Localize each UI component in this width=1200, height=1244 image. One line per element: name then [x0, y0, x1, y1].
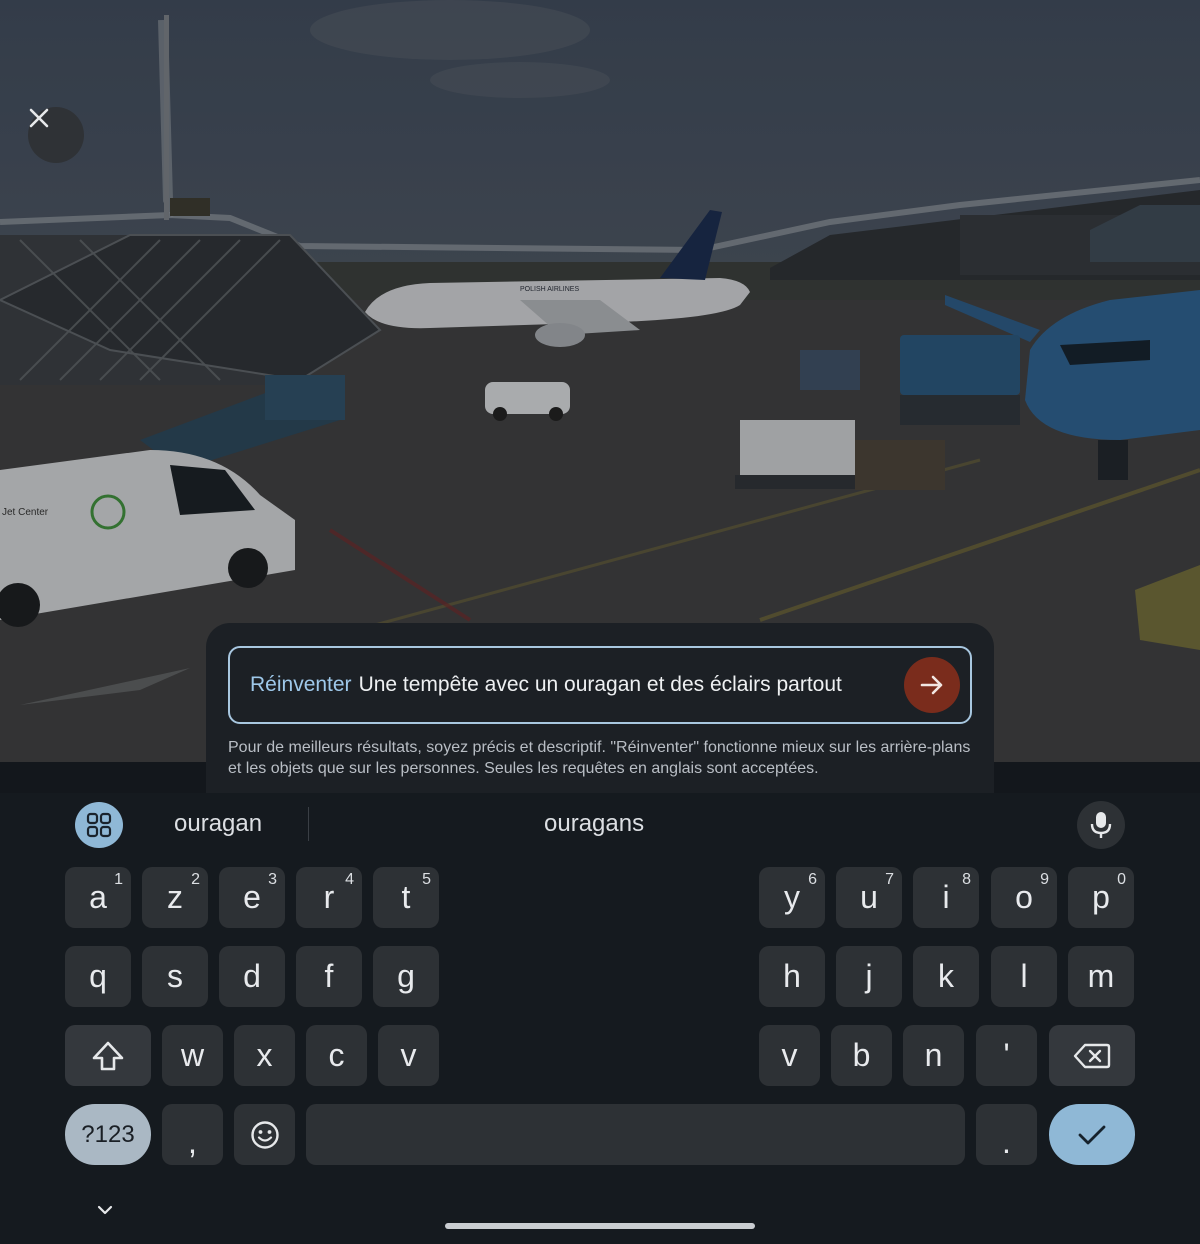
- key-b[interactable]: b: [831, 1025, 892, 1086]
- shift-key[interactable]: [65, 1025, 151, 1086]
- key-g[interactable]: g: [373, 946, 439, 1007]
- key-label: p: [1092, 879, 1110, 915]
- key-v-left[interactable]: v: [378, 1025, 439, 1086]
- key-number: 6: [808, 871, 817, 888]
- gesture-home-bar[interactable]: [445, 1223, 755, 1229]
- key-number: 4: [345, 871, 354, 888]
- key-h[interactable]: h: [759, 946, 825, 1007]
- close-icon: [29, 108, 49, 128]
- checkmark-icon: [1078, 1125, 1106, 1144]
- key-label: o: [1015, 879, 1033, 915]
- key-period[interactable]: .: [976, 1104, 1037, 1165]
- key-k[interactable]: k: [913, 946, 979, 1007]
- key-label: z: [167, 879, 183, 915]
- microphone-icon: [1090, 812, 1112, 838]
- prompt-hint: Pour de meilleurs résultats, soyez préci…: [228, 739, 971, 777]
- voice-input-button[interactable]: [1077, 801, 1125, 849]
- key-label: e: [243, 879, 261, 915]
- prompt-input[interactable]: Réinventer Une tempête avec un ouragan e…: [228, 646, 972, 724]
- key-number: 8: [962, 871, 971, 888]
- suggestion-2[interactable]: ouragans: [544, 810, 644, 838]
- submit-prompt-button[interactable]: [904, 657, 960, 713]
- reimagine-prompt-panel: Réinventer Une tempête avec un ouragan e…: [206, 623, 994, 795]
- key-apostrophe[interactable]: ': [976, 1025, 1037, 1086]
- key-number: 0: [1117, 871, 1126, 888]
- key-t[interactable]: t5: [373, 867, 439, 928]
- key-u[interactable]: u7: [836, 867, 902, 928]
- chevron-down-icon: [97, 1205, 113, 1215]
- prompt-keyword: Réinventer: [250, 673, 352, 696]
- on-screen-keyboard: ouragan ouragans a1 z2 e3 r4 t5 y6 u7 i8…: [0, 793, 1200, 1244]
- hide-keyboard-button[interactable]: [90, 1197, 120, 1223]
- key-label: u: [860, 879, 878, 915]
- shift-icon: [92, 1041, 124, 1070]
- space-key[interactable]: [306, 1104, 965, 1165]
- key-q[interactable]: q: [65, 946, 131, 1007]
- key-v-right[interactable]: v: [759, 1025, 820, 1086]
- key-o[interactable]: o9: [991, 867, 1057, 928]
- enter-key[interactable]: [1049, 1104, 1135, 1165]
- prompt-text: Une tempête avec un ouragan et des éclai…: [358, 673, 842, 696]
- key-number: 3: [268, 871, 277, 888]
- suggestion-1[interactable]: ouragan: [174, 810, 262, 838]
- key-a[interactable]: a1: [65, 867, 131, 928]
- key-m[interactable]: m: [1068, 946, 1134, 1007]
- key-number: 7: [885, 871, 894, 888]
- key-w[interactable]: w: [162, 1025, 223, 1086]
- key-z[interactable]: z2: [142, 867, 208, 928]
- symbols-key[interactable]: ?123: [65, 1104, 151, 1165]
- emoji-key[interactable]: [234, 1104, 295, 1165]
- backspace-key[interactable]: [1049, 1025, 1135, 1086]
- key-number: 5: [422, 871, 431, 888]
- suggestion-divider: [308, 807, 309, 841]
- key-number: 9: [1040, 871, 1049, 888]
- key-d[interactable]: d: [219, 946, 285, 1007]
- key-y[interactable]: y6: [759, 867, 825, 928]
- key-x[interactable]: x: [234, 1025, 295, 1086]
- key-number: 2: [191, 871, 200, 888]
- key-p[interactable]: p0: [1068, 867, 1134, 928]
- key-label: .: [1002, 1124, 1011, 1160]
- key-label: ,: [188, 1124, 197, 1160]
- apps-grid-button[interactable]: [75, 802, 123, 848]
- emoji-icon: [250, 1120, 279, 1149]
- key-label: r: [323, 879, 335, 915]
- apps-grid-icon: [86, 812, 112, 838]
- key-label: t: [401, 879, 411, 915]
- key-n[interactable]: n: [903, 1025, 964, 1086]
- key-label: y: [784, 879, 800, 915]
- key-i[interactable]: i8: [913, 867, 979, 928]
- key-j[interactable]: j: [836, 946, 902, 1007]
- key-f[interactable]: f: [296, 946, 362, 1007]
- key-label: a: [89, 879, 107, 915]
- key-c[interactable]: c: [306, 1025, 367, 1086]
- key-l[interactable]: l: [991, 946, 1057, 1007]
- key-r[interactable]: r4: [296, 867, 362, 928]
- key-s[interactable]: s: [142, 946, 208, 1007]
- key-comma[interactable]: ,: [162, 1104, 223, 1165]
- backspace-icon: [1073, 1043, 1111, 1068]
- key-label: i: [942, 879, 950, 915]
- arrow-right-icon: [920, 675, 943, 695]
- key-number: 1: [114, 871, 123, 888]
- key-e[interactable]: e3: [219, 867, 285, 928]
- close-button[interactable]: [28, 107, 84, 163]
